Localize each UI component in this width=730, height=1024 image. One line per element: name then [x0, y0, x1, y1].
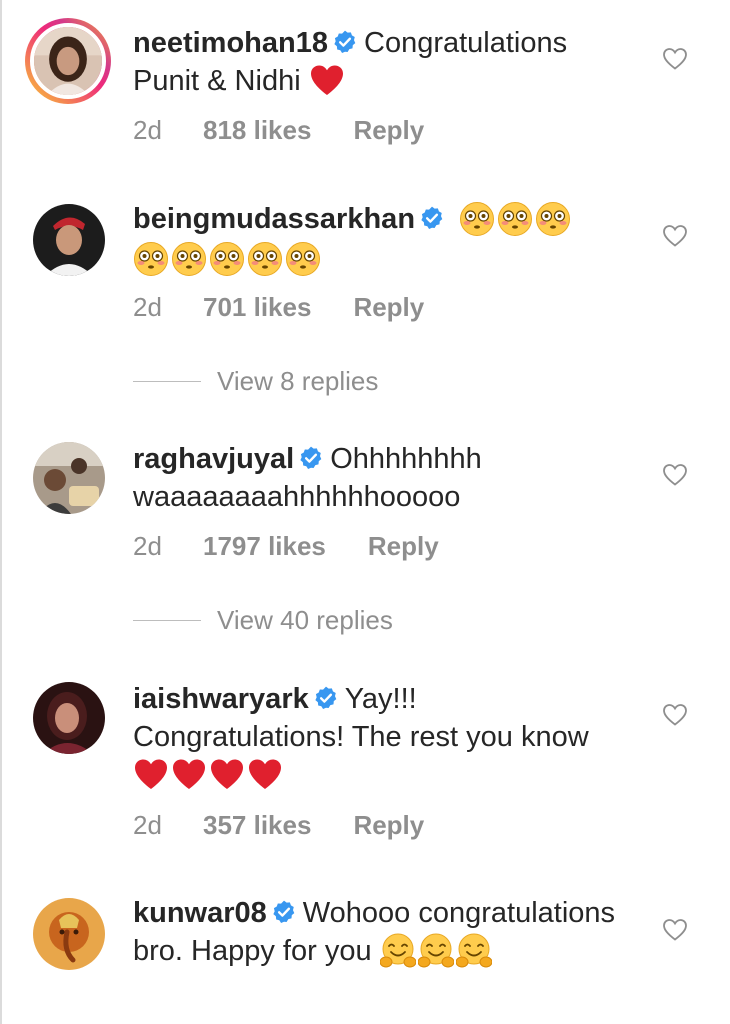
view-replies-label[interactable]: View 40 replies [217, 605, 393, 636]
comment-meta: 2d 357 likes Reply [133, 810, 424, 841]
flushed-face-icon [497, 201, 533, 237]
avatar[interactable] [33, 682, 105, 754]
like-count[interactable]: 701 likes [203, 292, 311, 323]
emoji-row [133, 757, 285, 795]
timestamp: 2d [133, 292, 162, 322]
username[interactable]: raghavjuyal [133, 443, 294, 475]
avatar[interactable] [33, 204, 105, 276]
emoji-row [459, 201, 573, 239]
red-heart-icon [171, 757, 207, 793]
verified-badge-icon [332, 29, 358, 55]
flushed-face-icon [209, 241, 245, 277]
red-heart-icon [133, 757, 169, 793]
hugging-face-icon [455, 933, 492, 969]
username[interactable]: iaishwaryark [133, 683, 309, 715]
comment-body: beingmudassarkhan [133, 200, 633, 279]
comment-body: kunwar08 Wohooo congratulations bro. Happ… [133, 894, 633, 971]
flushed-face-icon [133, 241, 169, 277]
replies-divider [133, 381, 201, 382]
hugging-face-icon [417, 933, 454, 969]
reply-button[interactable]: Reply [353, 292, 424, 323]
flushed-face-icon [171, 241, 207, 277]
comment-body: iaishwaryark Yay!!! Congratulations! The … [133, 680, 633, 795]
like-heart-icon[interactable] [662, 918, 688, 942]
replies-divider [133, 620, 201, 621]
flushed-face-icon [247, 241, 283, 277]
like-heart-icon[interactable] [662, 703, 688, 727]
flushed-face-icon [459, 201, 495, 237]
like-count[interactable]: 818 likes [203, 115, 311, 146]
red-heart-icon [247, 757, 283, 793]
like-count[interactable]: 1797 likes [203, 531, 326, 562]
verified-badge-icon [298, 445, 324, 471]
comment-body: raghavjuyal Ohhhhhhhh waaaaaaaahhhhhhoooo… [133, 440, 633, 516]
avatar[interactable] [25, 18, 111, 104]
username[interactable]: beingmudassarkhan [133, 203, 415, 235]
reply-button[interactable]: Reply [353, 115, 424, 146]
username[interactable]: kunwar08 [133, 897, 267, 929]
reply-button[interactable]: Reply [353, 810, 424, 841]
flushed-face-icon [285, 241, 321, 277]
view-replies-button[interactable]: View 8 replies [133, 366, 378, 396]
comment-meta: 2d 701 likes Reply [133, 292, 424, 323]
timestamp: 2d [133, 810, 162, 840]
red-heart-icon [209, 757, 245, 793]
avatar[interactable] [33, 442, 105, 514]
verified-badge-icon [419, 205, 445, 231]
username[interactable]: neetimohan18 [133, 27, 328, 59]
like-heart-icon[interactable] [662, 463, 688, 487]
view-replies-label[interactable]: View 8 replies [217, 366, 378, 397]
avatar[interactable] [33, 898, 105, 970]
reply-button[interactable]: Reply [368, 531, 439, 562]
comment-body: neetimohan18 Congratulations Punit & Nidh… [133, 24, 633, 101]
emoji-row [133, 241, 323, 279]
like-heart-icon[interactable] [662, 224, 688, 248]
red-heart-icon [309, 63, 345, 99]
flushed-face-icon [535, 201, 571, 237]
view-replies-button[interactable]: View 40 replies [133, 605, 393, 635]
verified-badge-icon [313, 685, 339, 711]
verified-badge-icon [271, 899, 297, 925]
timestamp: 2d [133, 115, 162, 145]
hugging-face-icon [379, 933, 416, 969]
like-heart-icon[interactable] [662, 47, 688, 71]
emoji-row [379, 933, 494, 971]
timestamp: 2d [133, 531, 162, 561]
comment-meta: 2d 818 likes Reply [133, 115, 424, 146]
left-edge-border [0, 0, 2, 1024]
comment-meta: 2d 1797 likes Reply [133, 531, 439, 562]
emoji-row [309, 63, 347, 101]
like-count[interactable]: 357 likes [203, 810, 311, 841]
